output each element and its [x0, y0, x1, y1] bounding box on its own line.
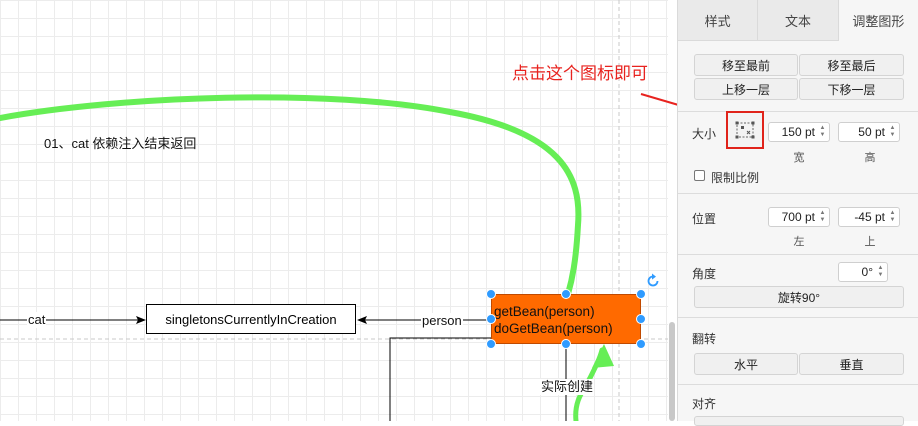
tab-arrange[interactable]: 调整图形 [838, 0, 918, 41]
dogetbean-line: doGetBean(person) [494, 321, 613, 336]
left-value: 700 pt [781, 210, 815, 224]
tab-text[interactable]: 文本 [758, 0, 839, 40]
left-stepper[interactable]: ▲ ▼ [817, 209, 828, 225]
width-caption: 宽 [793, 152, 805, 164]
top-input[interactable]: -45 pt ▲ ▼ [838, 207, 900, 227]
constrain-proportions-checkbox[interactable] [694, 170, 705, 181]
left-caption: 左 [793, 236, 805, 248]
divider [678, 254, 918, 255]
height-caption: 高 [864, 152, 876, 164]
align-label: 对齐 [692, 397, 717, 411]
resize-handle-nw[interactable] [486, 289, 496, 299]
width-stepper[interactable]: ▲ ▼ [817, 124, 828, 140]
width-input[interactable]: 150 pt ▲ ▼ [768, 122, 830, 142]
flip-horizontal-button[interactable]: 水平 [694, 353, 798, 375]
create-edge-label: 实际创建 [540, 379, 595, 395]
angle-stepper[interactable]: ▲ ▼ [875, 264, 886, 280]
angle-value: 0° [861, 265, 873, 279]
cat-edge-label: cat [27, 312, 47, 328]
tab-style[interactable]: 样式 [678, 0, 759, 40]
resize-handle-s[interactable] [561, 339, 571, 349]
getbean-line: getBean(person) [494, 304, 595, 319]
left-input[interactable]: 700 pt ▲ ▼ [768, 207, 830, 227]
height-value: 50 pt [858, 125, 885, 139]
loop-label: 01、cat 依赖注入结束返回 [44, 136, 197, 151]
create-arrow-head [592, 344, 614, 368]
width-value: 150 pt [781, 125, 815, 139]
panel-tabs: 样式 文本 调整图形 [678, 0, 918, 41]
resize-handle-w[interactable] [486, 314, 496, 324]
resize-handle-n[interactable] [561, 289, 571, 299]
size-label: 大小 [692, 127, 717, 141]
height-input[interactable]: 50 pt ▲ ▼ [838, 122, 900, 142]
rotate-icon[interactable] [645, 273, 661, 289]
top-caption: 上 [864, 236, 876, 248]
resize-handle-e[interactable] [636, 314, 646, 324]
divider [678, 193, 918, 194]
resize-handle-se[interactable] [636, 339, 646, 349]
height-stepper[interactable]: ▲ ▼ [887, 124, 898, 140]
divider [678, 317, 918, 318]
bring-forward-button[interactable]: 上移一层 [694, 78, 798, 100]
flip-vertical-button[interactable]: 垂直 [799, 353, 904, 375]
autosize-icon [735, 121, 755, 139]
top-value: -45 pt [854, 210, 885, 224]
constrain-proportions-label: 限制比例 [711, 171, 760, 185]
canvas-scrollbar[interactable] [669, 322, 675, 421]
to-front-button[interactable]: 移至最前 [694, 54, 798, 76]
to-back-button[interactable]: 移至最后 [799, 54, 904, 76]
angle-label: 角度 [692, 267, 717, 281]
down-connector-line [389, 337, 491, 421]
angle-input[interactable]: 0° ▲ ▼ [838, 262, 888, 282]
flip-label: 翻转 [692, 332, 717, 346]
align-button-row[interactable] [694, 416, 904, 426]
resize-handle-sw[interactable] [486, 339, 496, 349]
position-label: 位置 [692, 212, 717, 226]
annotation-text: 点击这个图标即可 [512, 64, 648, 84]
rotate-90-button[interactable]: 旋转90° [694, 286, 904, 308]
divider [678, 111, 918, 112]
format-panel: 样式 文本 调整图形 移至最前 移至最后 上移一层 下移一层 大小 150 pt… [677, 0, 918, 426]
getbean-node[interactable]: getBean(person) doGetBean(person) [491, 294, 641, 344]
divider [678, 384, 918, 385]
resize-handle-ne[interactable] [636, 289, 646, 299]
autosize-button[interactable] [726, 111, 764, 149]
return-loop-line [0, 94, 582, 297]
top-stepper[interactable]: ▲ ▼ [887, 209, 898, 225]
singletons-node-label: singletonsCurrentlyInCreation [165, 311, 337, 327]
person-edge-label: person [421, 313, 463, 329]
singletons-node[interactable]: singletonsCurrentlyInCreation [146, 304, 356, 334]
send-backward-button[interactable]: 下移一层 [799, 78, 904, 100]
